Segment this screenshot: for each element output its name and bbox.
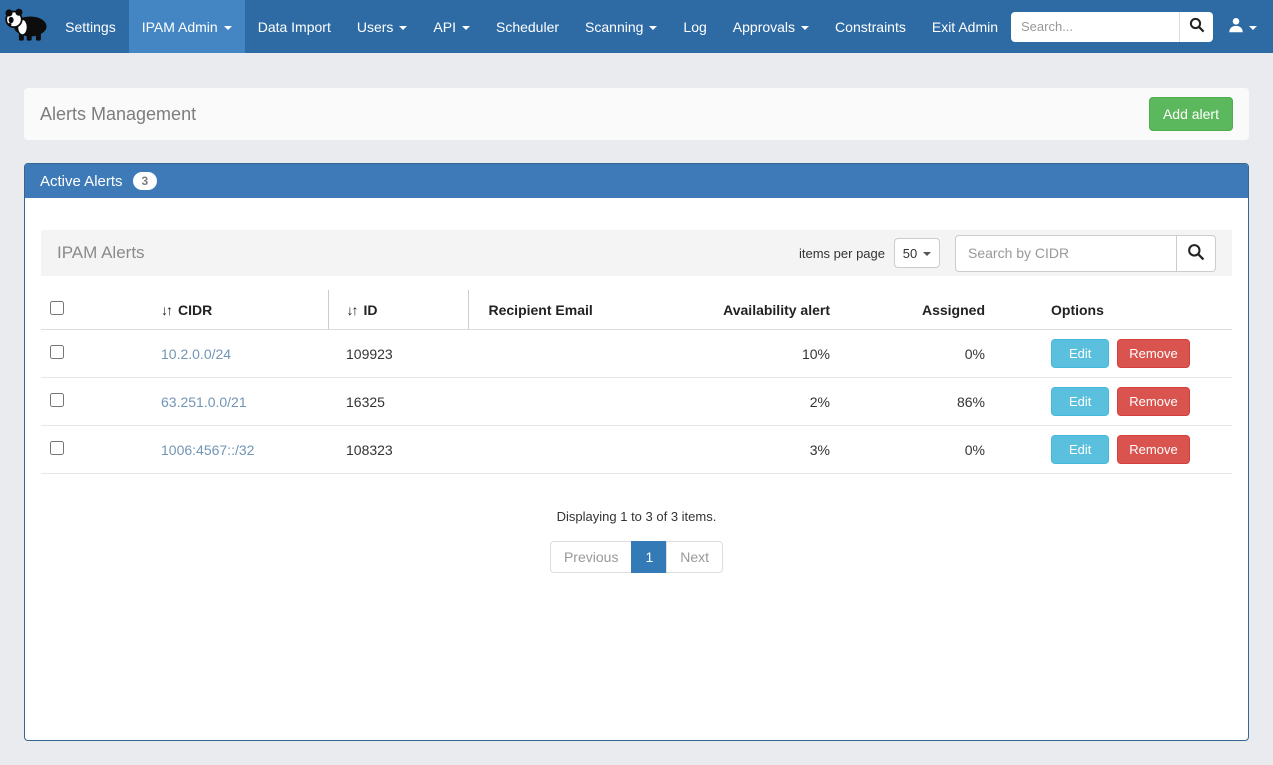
user-menu[interactable]	[1224, 17, 1261, 36]
table-row: 10.2.0.0/24 109923 10% 0% Edit Remove	[41, 330, 1232, 378]
page-1-button[interactable]: 1	[631, 541, 667, 573]
top-navbar: Settings IPAM Admin Data Import Users AP…	[0, 0, 1273, 53]
alert-id: 108323	[328, 426, 468, 474]
table-subtitle: IPAM Alerts	[57, 243, 145, 263]
cidr-link[interactable]: 63.251.0.0/21	[161, 394, 247, 410]
recipient-email	[468, 378, 683, 426]
page-header: Alerts Management Add alert	[24, 88, 1249, 140]
chevron-down-icon	[399, 26, 407, 30]
table-header-row: ↓↑CIDR ↓↑ID Recipient Email Availability…	[41, 290, 1232, 330]
cidr-link[interactable]: 1006:4567::/32	[161, 442, 254, 458]
active-alerts-panel: Active Alerts 3 IPAM Alerts items per pa…	[24, 163, 1249, 741]
nav-item-ipam-admin[interactable]: IPAM Admin	[129, 0, 245, 53]
chevron-down-icon	[224, 26, 232, 30]
chevron-down-icon	[649, 26, 657, 30]
chevron-down-icon	[801, 26, 809, 30]
nav-item-approvals[interactable]: Approvals	[720, 0, 822, 53]
page-title: Alerts Management	[40, 104, 196, 125]
app-logo[interactable]	[0, 0, 52, 53]
availability-alert-value: 10%	[683, 330, 838, 378]
assigned-value: 0%	[838, 330, 993, 378]
select-all-checkbox[interactable]	[50, 301, 64, 315]
nav-item-exit-admin[interactable]: Exit Admin	[919, 0, 1011, 53]
items-per-page-label: items per page	[799, 246, 885, 261]
nav-item-scheduler[interactable]: Scheduler	[483, 0, 572, 53]
nav-item-log[interactable]: Log	[670, 0, 719, 53]
global-search-input[interactable]	[1011, 12, 1179, 42]
panda-logo-icon	[3, 8, 49, 45]
alerts-table: ↓↑CIDR ↓↑ID Recipient Email Availability…	[41, 290, 1232, 474]
assigned-value: 86%	[838, 378, 993, 426]
cidr-search-group	[955, 235, 1216, 272]
global-search-button[interactable]	[1179, 12, 1213, 42]
recipient-email	[468, 426, 683, 474]
chevron-down-icon	[1249, 26, 1257, 30]
panel-title: Active Alerts	[40, 173, 123, 190]
previous-page-button[interactable]: Previous	[550, 541, 632, 573]
nav-item-constraints[interactable]: Constraints	[822, 0, 919, 53]
nav-item-scanning[interactable]: Scanning	[572, 0, 670, 53]
panel-body: IPAM Alerts items per page 50	[25, 198, 1248, 589]
cidr-link[interactable]: 10.2.0.0/24	[161, 346, 231, 362]
user-icon	[1228, 17, 1244, 36]
edit-button[interactable]: Edit	[1051, 339, 1109, 368]
nav-item-data-import[interactable]: Data Import	[245, 0, 344, 53]
alert-id: 16325	[328, 378, 468, 426]
table-row: 63.251.0.0/21 16325 2% 86% Edit Remove	[41, 378, 1232, 426]
navbar-right	[1011, 0, 1273, 53]
column-header-availability-alert: Availability alert	[683, 290, 838, 330]
chevron-down-icon	[923, 252, 931, 256]
remove-button[interactable]: Remove	[1117, 339, 1189, 368]
column-header-id[interactable]: ↓↑ID	[328, 290, 468, 330]
cidr-search-input[interactable]	[955, 235, 1177, 272]
edit-button[interactable]: Edit	[1051, 435, 1109, 464]
alert-count-badge: 3	[133, 172, 158, 190]
pagination-summary: Displaying 1 to 3 of 3 items.	[41, 509, 1232, 524]
chevron-down-icon	[462, 26, 470, 30]
sort-icon: ↓↑	[161, 302, 171, 318]
edit-button[interactable]: Edit	[1051, 387, 1109, 416]
nav-item-settings[interactable]: Settings	[52, 0, 129, 53]
remove-button[interactable]: Remove	[1117, 435, 1189, 464]
remove-button[interactable]: Remove	[1117, 387, 1189, 416]
nav-item-users[interactable]: Users	[344, 0, 421, 53]
sort-icon: ↓↑	[347, 302, 357, 318]
pagination: Previous 1 Next	[41, 541, 1232, 573]
next-page-button[interactable]: Next	[666, 541, 723, 573]
column-header-cidr[interactable]: ↓↑CIDR	[151, 290, 328, 330]
availability-alert-value: 2%	[683, 378, 838, 426]
column-header-options: Options	[993, 290, 1232, 330]
alert-id: 109923	[328, 330, 468, 378]
column-header-recipient-email: Recipient Email	[468, 290, 683, 330]
availability-alert-value: 3%	[683, 426, 838, 474]
row-checkbox[interactable]	[50, 441, 64, 455]
search-icon	[1189, 17, 1205, 36]
column-header-assigned: Assigned	[838, 290, 993, 330]
row-checkbox[interactable]	[50, 393, 64, 407]
panel-header: Active Alerts 3	[25, 164, 1248, 198]
toolbar-controls: items per page 50	[799, 235, 1216, 272]
items-per-page-select[interactable]: 50	[894, 238, 940, 268]
cidr-search-button[interactable]	[1177, 235, 1216, 272]
table-toolbar: IPAM Alerts items per page 50	[41, 230, 1232, 276]
recipient-email	[468, 330, 683, 378]
nav-item-api[interactable]: API	[420, 0, 483, 53]
assigned-value: 0%	[838, 426, 993, 474]
add-alert-button[interactable]: Add alert	[1149, 97, 1233, 131]
global-search-group	[1011, 12, 1213, 42]
main-content: Alerts Management Add alert Active Alert…	[0, 88, 1273, 741]
row-checkbox[interactable]	[50, 345, 64, 359]
search-icon	[1187, 243, 1205, 264]
table-row: 1006:4567::/32 108323 3% 0% Edit Remove	[41, 426, 1232, 474]
